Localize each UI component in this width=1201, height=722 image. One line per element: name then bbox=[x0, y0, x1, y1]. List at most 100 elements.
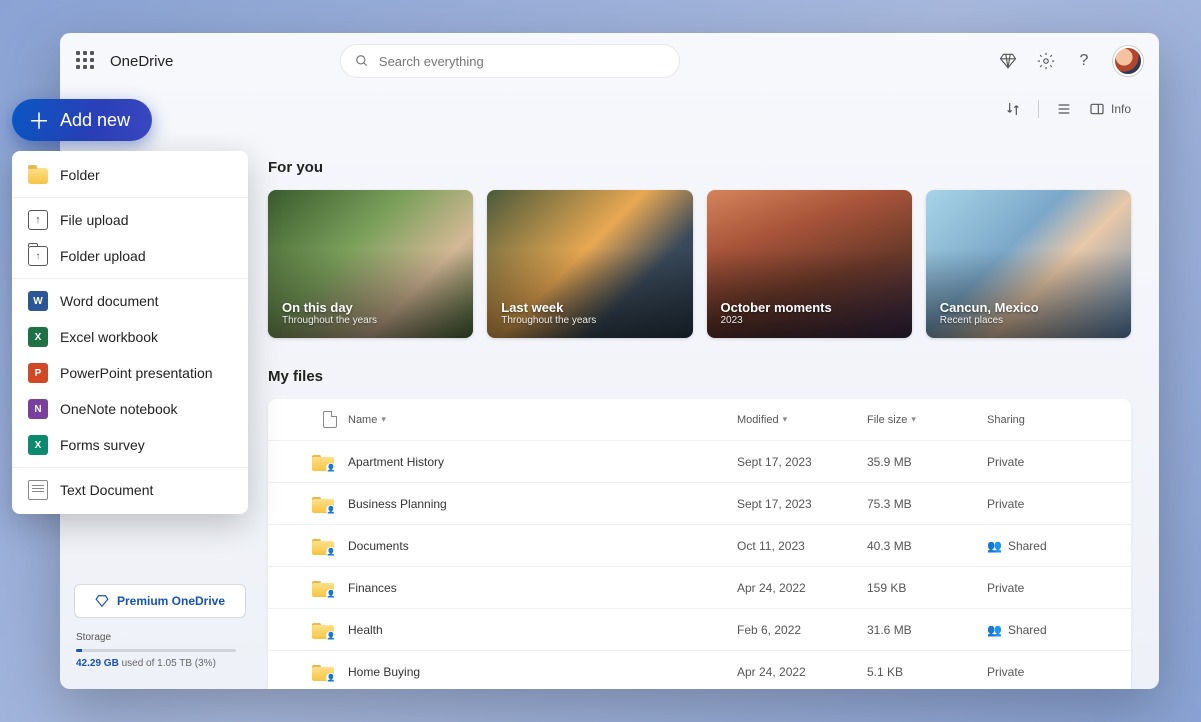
col-size[interactable]: File size▾ bbox=[867, 414, 987, 426]
memory-card[interactable]: October moments 2023 bbox=[707, 190, 912, 338]
forms-icon: X bbox=[28, 435, 48, 455]
file-sharing: Private bbox=[987, 665, 1127, 679]
person-badge-icon: 👤 bbox=[326, 589, 336, 599]
dd-folder[interactable]: Folder bbox=[12, 157, 248, 193]
folder-icon: 👤 bbox=[312, 663, 334, 681]
folder-icon: 👤 bbox=[312, 495, 334, 513]
memory-card[interactable]: Cancun, Mexico Recent places bbox=[926, 190, 1131, 338]
settings-gear-icon[interactable] bbox=[1037, 52, 1055, 70]
chevron-down-icon: ▾ bbox=[783, 414, 788, 425]
file-sharing: Private bbox=[987, 497, 1127, 511]
excel-icon: X bbox=[28, 327, 48, 347]
file-size: 35.9 MB bbox=[867, 455, 987, 469]
search-box[interactable] bbox=[340, 44, 680, 78]
table-row[interactable]: 👤Home BuyingApr 24, 20225.1 KBPrivate bbox=[268, 651, 1131, 689]
view-list-icon[interactable] bbox=[1055, 100, 1073, 118]
file-size: 159 KB bbox=[867, 581, 987, 595]
file-modified: Sept 17, 2023 bbox=[737, 497, 867, 511]
plus-icon: ＋ bbox=[28, 104, 50, 136]
col-name[interactable]: Name▾ bbox=[348, 414, 737, 426]
col-modified[interactable]: Modified▾ bbox=[737, 414, 867, 426]
file-type-icon[interactable] bbox=[323, 411, 337, 428]
card-subtitle: Throughout the years bbox=[501, 315, 678, 326]
folder-upload-icon bbox=[28, 246, 48, 266]
add-new-button[interactable]: ＋ Add new bbox=[12, 99, 152, 141]
file-upload-icon bbox=[28, 210, 48, 230]
diamond-icon bbox=[95, 594, 109, 608]
dd-excel[interactable]: X Excel workbook bbox=[12, 319, 248, 355]
table-row[interactable]: 👤 Business PlanningSept 17, 202375.3 MBPr… bbox=[268, 483, 1131, 525]
card-title: Last week bbox=[501, 300, 678, 315]
memory-card[interactable]: Last week Throughout the years bbox=[487, 190, 692, 338]
col-sharing[interactable]: Sharing bbox=[987, 414, 1127, 426]
file-size: 40.3 MB bbox=[867, 539, 987, 553]
info-label: Info bbox=[1111, 102, 1131, 116]
premium-diamond-icon[interactable] bbox=[999, 52, 1017, 70]
file-sharing: Private bbox=[987, 581, 1127, 595]
help-icon[interactable]: ? bbox=[1075, 52, 1093, 70]
person-badge-icon: 👤 bbox=[326, 463, 336, 473]
file-name: Finances bbox=[348, 581, 737, 595]
dd-powerpoint[interactable]: P PowerPoint presentation bbox=[12, 355, 248, 391]
table-row[interactable]: 👤HealthFeb 6, 202231.6 MB👥Shared bbox=[268, 609, 1131, 651]
file-name: Business Planning bbox=[348, 497, 737, 511]
card-subtitle: Throughout the years bbox=[282, 315, 459, 326]
file-size: 5.1 KB bbox=[867, 665, 987, 679]
word-icon: W bbox=[28, 291, 48, 311]
table-row[interactable]: 👤DocumentsOct 11, 202340.3 MB👥Shared bbox=[268, 525, 1131, 567]
search-icon bbox=[355, 54, 369, 68]
sort-icon[interactable] bbox=[1004, 100, 1022, 118]
premium-onedrive-button[interactable]: Premium OneDrive bbox=[74, 584, 246, 618]
dd-word[interactable]: W Word document bbox=[12, 283, 248, 319]
dd-forms[interactable]: X Forms survey bbox=[12, 427, 248, 463]
card-title: October moments bbox=[721, 300, 898, 315]
file-name: Documents bbox=[348, 539, 737, 553]
info-icon bbox=[1089, 101, 1105, 117]
powerpoint-icon: P bbox=[28, 363, 48, 383]
table-header: Name▾ Modified▾ File size▾ Sharing bbox=[268, 399, 1131, 441]
file-modified: Apr 24, 2022 bbox=[737, 581, 867, 595]
text-doc-icon bbox=[28, 480, 48, 500]
files-table: Name▾ Modified▾ File size▾ Sharing 👤Apar… bbox=[268, 399, 1131, 689]
storage-section: Storage 42.29 GB used of 1.05 TB (3%) bbox=[76, 632, 244, 669]
file-size: 75.3 MB bbox=[867, 497, 987, 511]
onenote-icon: N bbox=[28, 399, 48, 419]
card-subtitle: Recent places bbox=[940, 315, 1117, 326]
card-title: On this day bbox=[282, 300, 459, 315]
file-sharing: 👥Shared bbox=[987, 623, 1127, 637]
app-launcher-icon[interactable] bbox=[76, 51, 96, 71]
file-modified: Apr 24, 2022 bbox=[737, 665, 867, 679]
brand-title: OneDrive bbox=[110, 53, 173, 70]
storage-text[interactable]: 42.29 GB used of 1.05 TB (3%) bbox=[76, 658, 244, 669]
add-new-label: Add new bbox=[60, 110, 130, 131]
header: OneDrive ? bbox=[60, 33, 1159, 89]
folder-icon: 👤 bbox=[312, 537, 334, 555]
divider bbox=[12, 467, 248, 468]
file-name: Health bbox=[348, 623, 737, 637]
dd-file-upload[interactable]: File upload bbox=[12, 202, 248, 238]
divider bbox=[12, 278, 248, 279]
file-size: 31.6 MB bbox=[867, 623, 987, 637]
table-row[interactable]: 👤Apartment HistorySept 17, 202335.9 MBPr… bbox=[268, 441, 1131, 483]
card-subtitle: 2023 bbox=[721, 315, 898, 326]
folder-icon: 👤 bbox=[312, 621, 334, 639]
storage-bar bbox=[76, 649, 236, 652]
my-files-title: My files bbox=[268, 368, 1131, 385]
add-new-dropdown: Folder File upload Folder upload W Word … bbox=[12, 151, 248, 514]
dd-folder-upload[interactable]: Folder upload bbox=[12, 238, 248, 274]
person-badge-icon: 👤 bbox=[326, 547, 336, 557]
file-sharing: Private bbox=[987, 455, 1127, 469]
info-button[interactable]: Info bbox=[1089, 101, 1131, 117]
for-you-cards: On this day Throughout the years Last we… bbox=[268, 190, 1131, 338]
folder-icon: 👤 bbox=[312, 579, 334, 597]
person-badge-icon: 👤 bbox=[326, 505, 336, 515]
table-row[interactable]: 👤 FinancesApr 24, 2022159 KBPrivate bbox=[268, 567, 1131, 609]
folder-icon: 👤 bbox=[312, 453, 334, 471]
storage-label: Storage bbox=[76, 632, 244, 643]
search-input[interactable] bbox=[379, 54, 665, 69]
memory-card[interactable]: On this day Throughout the years bbox=[268, 190, 473, 338]
user-avatar[interactable] bbox=[1113, 46, 1143, 76]
dd-text[interactable]: Text Document bbox=[12, 472, 248, 508]
chevron-down-icon: ▾ bbox=[381, 414, 386, 425]
dd-onenote[interactable]: N OneNote notebook bbox=[12, 391, 248, 427]
